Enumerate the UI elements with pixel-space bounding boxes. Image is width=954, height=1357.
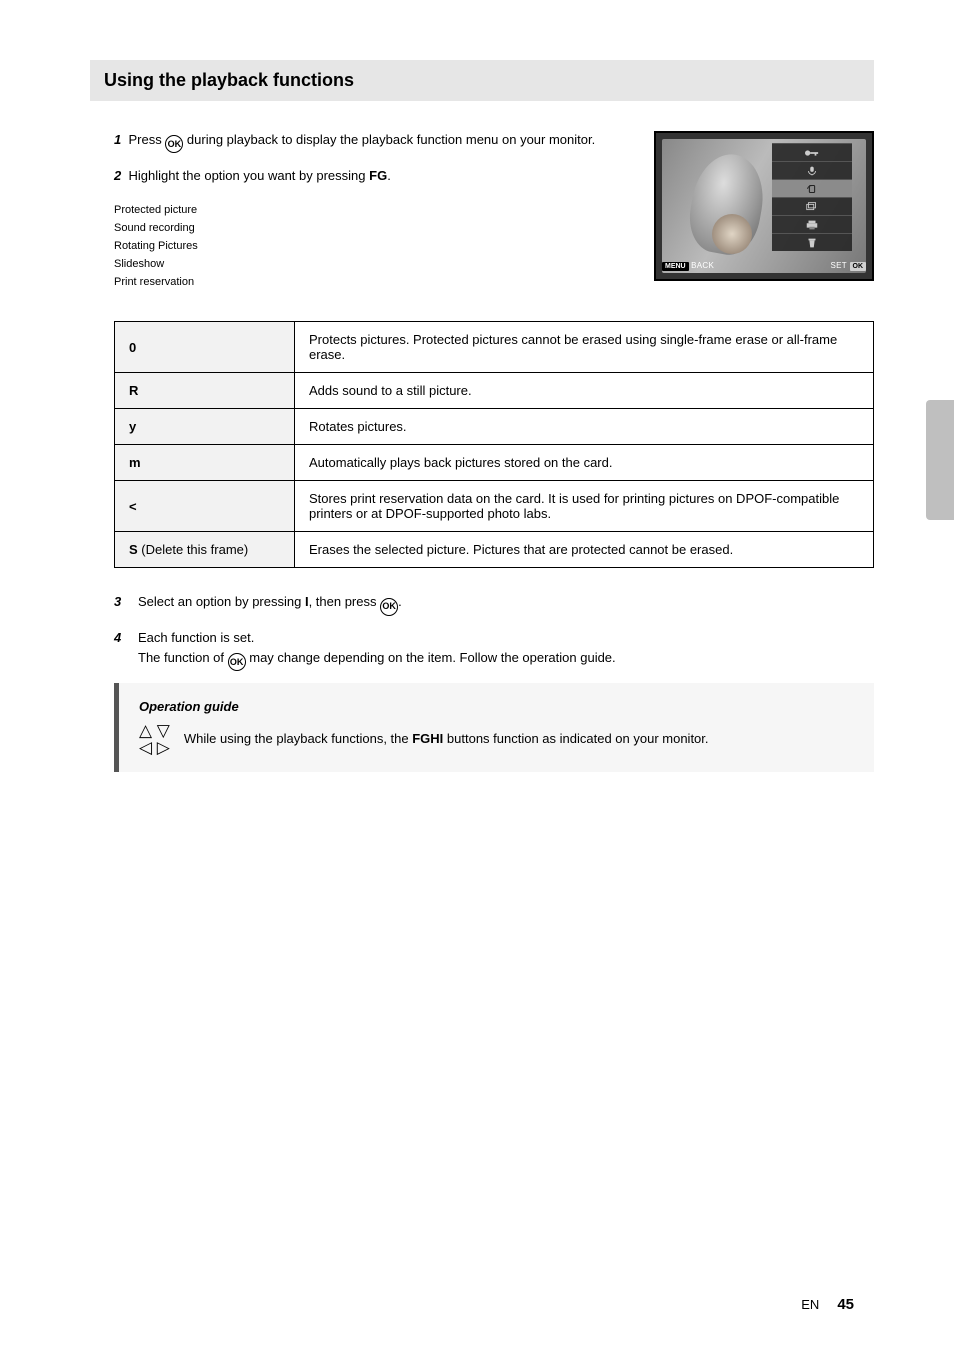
menu-row-delete bbox=[772, 233, 852, 251]
menu-row-print bbox=[772, 215, 852, 233]
chapter-tab bbox=[926, 400, 954, 520]
section-title: Using the playback functions bbox=[90, 60, 874, 101]
playback-function-menu bbox=[772, 143, 852, 251]
set-label: SET bbox=[831, 261, 847, 270]
print-icon bbox=[805, 219, 819, 231]
opt-label: y bbox=[115, 409, 295, 445]
step-3: 3 Select an option by pressing I, then p… bbox=[114, 592, 874, 616]
opt-label: R bbox=[115, 373, 295, 409]
opt-label: 0 bbox=[115, 322, 295, 373]
trash-icon bbox=[805, 237, 819, 249]
opt-desc: Rotates pictures. bbox=[295, 409, 874, 445]
mic-icon bbox=[805, 165, 819, 177]
menu-key: MENU bbox=[662, 262, 689, 271]
pointer-legend: Protected picture Sound recording Rotati… bbox=[114, 201, 624, 291]
key-icon bbox=[805, 147, 819, 159]
table-row: S (Delete this frame) Erases the selecte… bbox=[115, 532, 874, 568]
ok-icon: OK bbox=[228, 653, 246, 671]
camera-lcd-preview: MENU BACK SET OK bbox=[654, 131, 874, 281]
ok-icon: OK bbox=[165, 135, 183, 153]
menu-row-protect bbox=[772, 143, 852, 161]
steps-after-table: 3 Select an option by pressing I, then p… bbox=[114, 592, 874, 671]
back-label: BACK bbox=[691, 261, 714, 270]
slideshow-icon bbox=[805, 201, 819, 213]
step-4: 4 Each function is set. The function of … bbox=[114, 628, 874, 671]
operation-guide-tip: Operation guide △ ▽ ◁ ▷ While using the … bbox=[114, 683, 874, 772]
opt-desc: Stores print reservation data on the car… bbox=[295, 481, 874, 532]
opt-label: S (Delete this frame) bbox=[115, 532, 295, 568]
step-1: 1 Press OK during playback to display th… bbox=[114, 131, 624, 153]
pointer-row: Protected picture bbox=[114, 201, 624, 219]
opt-desc: Erases the selected picture. Pictures th… bbox=[295, 532, 874, 568]
pointer-row: Rotating Pictures bbox=[114, 237, 624, 255]
ok-key: OK bbox=[850, 262, 867, 271]
table-row: y Rotates pictures. bbox=[115, 409, 874, 445]
menu-row-slideshow bbox=[772, 197, 852, 215]
pointer-row: Print reservation bbox=[114, 273, 624, 291]
menu-row-sound bbox=[772, 161, 852, 179]
pointer-row: Slideshow bbox=[114, 255, 624, 273]
ok-icon: OK bbox=[380, 598, 398, 616]
arrowpad-icon: △ ▽ ◁ ▷ bbox=[139, 722, 170, 756]
menu-row-rotate bbox=[772, 179, 852, 197]
step-2: 2 Highlight the option you want by press… bbox=[114, 167, 624, 185]
options-table: 0 Protects pictures. Protected pictures … bbox=[114, 321, 874, 568]
table-row: < Stores print reservation data on the c… bbox=[115, 481, 874, 532]
table-row: m Automatically plays back pictures stor… bbox=[115, 445, 874, 481]
rotate-icon bbox=[805, 183, 819, 195]
pointer-row: Sound recording bbox=[114, 219, 624, 237]
tip-text: While using the playback functions, the … bbox=[184, 730, 709, 748]
page-footer: EN 45 bbox=[0, 1296, 954, 1313]
table-row: 0 Protects pictures. Protected pictures … bbox=[115, 322, 874, 373]
opt-label: < bbox=[115, 481, 295, 532]
table-row: R Adds sound to a still picture. bbox=[115, 373, 874, 409]
page-number: 45 bbox=[837, 1296, 854, 1313]
opt-desc: Automatically plays back pictures stored… bbox=[295, 445, 874, 481]
opt-desc: Protects pictures. Protected pictures ca… bbox=[295, 322, 874, 373]
content-area: 1 Press OK during playback to display th… bbox=[114, 131, 874, 772]
tip-title: Operation guide bbox=[139, 699, 854, 714]
lang-code: EN bbox=[801, 1297, 819, 1312]
opt-desc: Adds sound to a still picture. bbox=[295, 373, 874, 409]
opt-label: m bbox=[115, 445, 295, 481]
